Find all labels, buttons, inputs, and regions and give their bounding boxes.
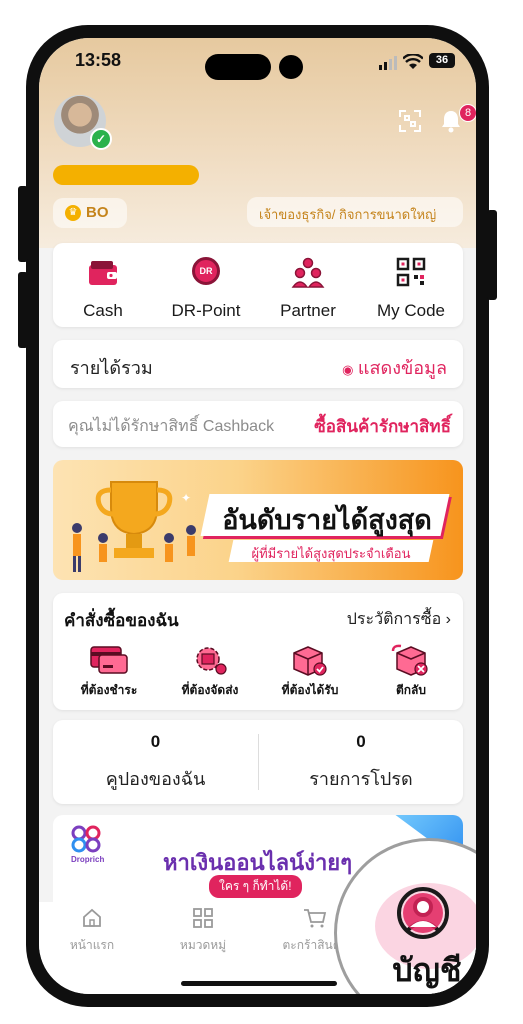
banner-title: อันดับรายได้สูงสุด (222, 505, 432, 535)
cashback-action-link[interactable]: ซื้อสินค้ารักษาสิทธิ์ (314, 413, 451, 440)
power-button (487, 210, 497, 300)
account-icon (397, 887, 449, 939)
show-income-button[interactable]: ◉ แสดงข้อมูล (342, 353, 447, 382)
trophy-illustration: ✦ (72, 481, 196, 572)
partner-label: Partner (280, 301, 336, 320)
scan-icon[interactable] (399, 110, 421, 132)
tab-categories[interactable]: หมวดหมู่ (163, 908, 243, 955)
user-name-bar (53, 165, 199, 185)
qr-code-icon (396, 257, 426, 287)
tab-home[interactable]: หน้าแรก (52, 908, 132, 955)
notification-badge: 8 (459, 104, 476, 122)
coupons-label: คูปองของฉัน (105, 769, 206, 789)
promo-tag: ใคร ๆ ก็ทำได้! (209, 875, 302, 898)
crown-icon: ♛ (65, 205, 81, 221)
status-time: 13:58 (75, 50, 122, 70)
verified-check-icon: ✓ (90, 128, 112, 150)
wifi-icon (403, 54, 423, 69)
volume-button (18, 272, 28, 348)
camera-dot (279, 55, 303, 79)
mute-switch (18, 186, 28, 262)
tab-account-label: บัญชี (392, 952, 462, 988)
my-code-button[interactable]: My Code (361, 251, 461, 320)
my-code-label: My Code (376, 301, 446, 320)
cash-label: Cash (83, 301, 123, 320)
favorites-label: รายการโปรด (309, 769, 413, 789)
to-pay-label: ที่ต้องชำระ (80, 683, 138, 697)
app-screen: 13:58 36 ✓ 8 ♛ BO เจ้าของธุรกิจ/ กิจการข… (39, 38, 476, 994)
return-box-icon (391, 644, 428, 676)
grid-icon (193, 908, 213, 928)
signal-icon (379, 56, 397, 70)
membership-badge[interactable]: ♛ BO (53, 198, 127, 228)
ranking-banner[interactable]: ✦ อันดับรายได้สูงสุด ผู้ที่มีรายได้สูงสุ… (53, 460, 463, 580)
dr-point-label: DR-Point (171, 301, 241, 320)
purchase-history-link[interactable]: ประวัติการซื้อ › (347, 607, 451, 632)
to-ship-label: ที่ต้องจัดส่ง (181, 683, 239, 697)
stats-card: 0 คูปองของฉัน 0 รายการโปรด (53, 720, 463, 804)
quick-actions-card: Cash DR DR-Point Partner My Code (53, 243, 463, 327)
eye-icon: ◉ (342, 362, 354, 377)
cart-icon (304, 909, 327, 928)
income-card: รายได้รวม ◉ แสดงข้อมูล (53, 340, 463, 388)
orders-title: คำสั่งซื้อของฉัน (64, 611, 179, 630)
show-income-label: แสดงข้อมูล (357, 358, 447, 378)
returned-label: ตีกลับ (395, 683, 427, 697)
returned-button[interactable]: ตีกลับ (361, 643, 461, 697)
cashback-card: คุณไม่ได้รักษาสิทธิ์ Cashback ซื้อสินค้า… (53, 401, 463, 447)
cashback-message: คุณไม่ได้รักษาสิทธิ์ Cashback (68, 418, 275, 435)
tab-categories-label: หมวดหมู่ (179, 938, 227, 952)
business-type-badge: เจ้าของธุรกิจ/ กิจการขนาดใหญ่ (247, 197, 463, 227)
to-receive-button[interactable]: ที่ต้องได้รับ (260, 643, 360, 697)
partner-button[interactable]: Partner (258, 251, 358, 320)
coupons-count: 0 (150, 732, 161, 751)
droprich-logo-icon (71, 825, 101, 853)
box-received-icon (293, 646, 327, 676)
income-label: รายได้รวม (70, 358, 153, 378)
dr-point-button[interactable]: DR DR-Point (156, 251, 256, 320)
dr-point-icon: DR (192, 257, 220, 285)
membership-label: BO (86, 204, 109, 221)
favorites-count: 0 (356, 732, 366, 751)
to-pay-button[interactable]: ที่ต้องชำระ (59, 643, 159, 697)
svg-text:✦: ✦ (181, 491, 191, 505)
dynamic-island (205, 54, 271, 80)
wallet-icon (89, 261, 117, 285)
droprich-logo-text: Droprich (71, 855, 105, 864)
purchase-history-label: ประวัติการซื้อ (346, 611, 442, 628)
payment-card-icon (90, 646, 128, 674)
favorites-stat[interactable]: 0 รายการโปรด (259, 720, 463, 804)
coupons-stat[interactable]: 0 คูปองของฉัน (53, 720, 258, 804)
cash-button[interactable]: Cash (53, 251, 153, 320)
partner-icon (291, 257, 325, 288)
home-icon (83, 908, 101, 927)
chevron-right-icon: › (445, 611, 451, 628)
tab-home-label: หน้าแรก (69, 938, 115, 952)
battery-icon: 36 (429, 53, 455, 68)
shipping-icon (196, 647, 227, 675)
home-indicator (181, 981, 337, 986)
to-receive-label: ที่ต้องได้รับ (281, 683, 339, 697)
to-ship-button[interactable]: ที่ต้องจัดส่ง (160, 643, 260, 697)
business-type-label: เจ้าของธุรกิจ/ กิจการขนาดใหญ่ (259, 207, 437, 222)
my-orders-card: คำสั่งซื้อของฉัน ประวัติการซื้อ › ที่ต้อ… (53, 593, 463, 710)
banner-subtitle: ผู้ที่มีรายได้สูงสุดประจำเดือน (251, 546, 411, 561)
